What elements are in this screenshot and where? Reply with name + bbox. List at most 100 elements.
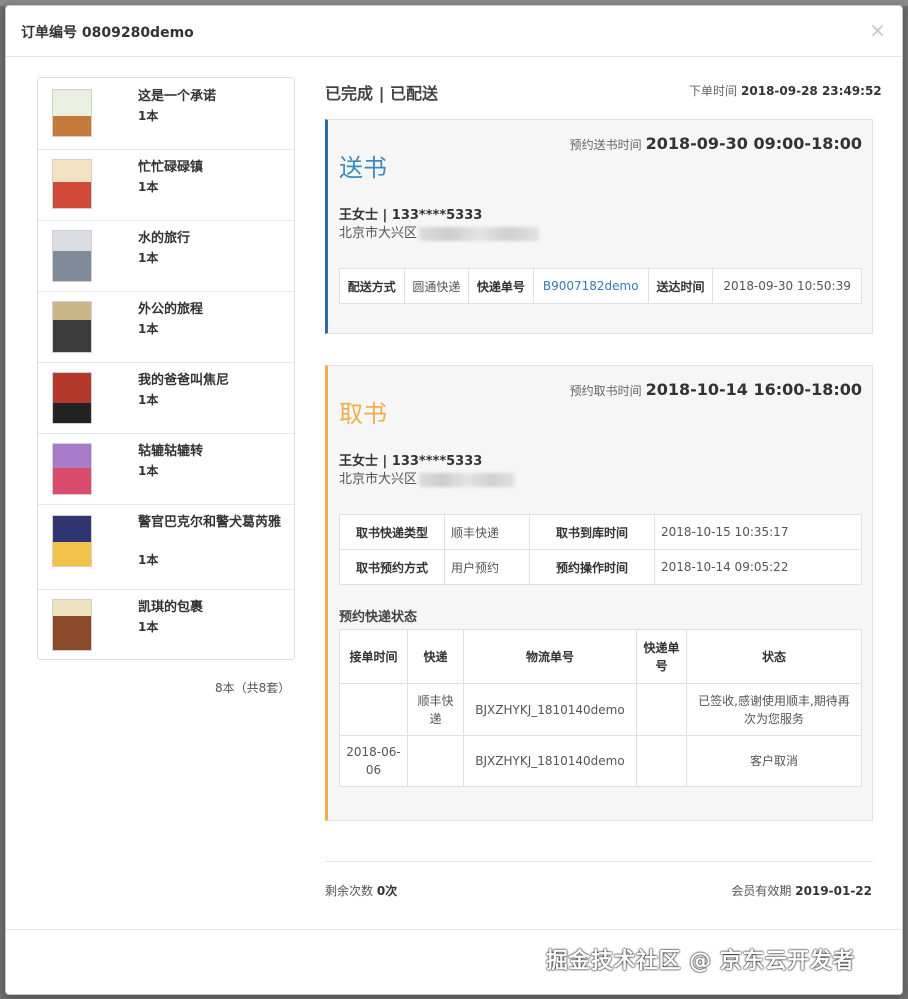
- remaining-label: 剩余次数: [325, 884, 374, 898]
- pickup-schedule-value: 2018-10-14 16:00-18:00: [645, 380, 862, 399]
- book-cover-image: [52, 599, 92, 651]
- book-cover-image: [52, 89, 92, 137]
- book-item[interactable]: 凯琪的包裹 1本: [38, 590, 294, 660]
- book-quantity: 1本: [138, 109, 159, 123]
- courier-cell: 顺丰快递: [407, 683, 464, 736]
- pickup-recipient: 王女士 | 133****5333: [339, 454, 483, 469]
- book-item[interactable]: 警官巴克尔和警犬葛芮雅 1本: [38, 505, 294, 590]
- book-quantity: 1本: [138, 553, 159, 567]
- cover-band: [53, 444, 91, 468]
- pickup-arrive-value: 2018-10-15 10:35:17: [654, 514, 862, 550]
- tracking-number-label: 快递单号: [468, 268, 534, 304]
- cover-band: [53, 116, 91, 136]
- book-title: 这是一个承诺: [138, 89, 217, 104]
- courier-number-cell: [636, 735, 687, 787]
- book-title: 我的爸爸叫焦尼: [138, 373, 230, 388]
- book-cover-image: [52, 301, 92, 353]
- cover-band: [53, 320, 91, 352]
- accept-time-cell: 2018-06-06: [339, 735, 408, 787]
- deliver-address-text: 北京市大兴区: [339, 226, 418, 241]
- cover-band: [53, 468, 91, 494]
- cover-band: [53, 90, 91, 116]
- shipping-table: 配送方式 圆通快递 快递单号 B9007182demo 送达时间 2018-09…: [339, 268, 862, 304]
- courier-cell: [407, 735, 464, 787]
- deliver-schedule-value: 2018-09-30 09:00-18:00: [645, 134, 862, 153]
- column-header: 快递单号: [636, 629, 687, 684]
- book-quantity: 1本: [138, 322, 159, 336]
- book-title: 外公的旅程: [138, 302, 204, 317]
- courier-number-cell: [636, 683, 687, 736]
- accept-time-cell: [339, 683, 408, 736]
- pickup-address-text: 北京市大兴区: [339, 472, 418, 487]
- cover-band: [53, 182, 91, 208]
- modal-footer: [6, 929, 902, 930]
- book-title: 凯琪的包裹: [138, 600, 204, 615]
- book-quantity: 1本: [138, 393, 159, 407]
- book-quantity: 1本: [138, 620, 159, 634]
- shipping-method-value: 圆通快递: [403, 268, 470, 304]
- book-title: 轱辘轱辘转: [138, 444, 204, 459]
- expiry-label: 会员有效期: [731, 884, 792, 898]
- book-item[interactable]: 我的爸爸叫焦尼 1本: [38, 363, 294, 434]
- column-header: 快递: [407, 629, 464, 684]
- order-time-label: 下单时间: [689, 84, 738, 98]
- table-row: 顺丰快递 BJXZHYKJ_1810140demo 已签收,感谢使用顺丰,期待再…: [339, 683, 862, 736]
- pickup-arrive-label: 取书到库时间: [529, 514, 655, 550]
- cover-band: [53, 373, 91, 403]
- deliver-panel: 预约送书时间 2018-09-30 09:00-18:00 送书 王女士 | 13…: [325, 119, 873, 334]
- cover-band: [53, 403, 91, 423]
- pickup-way-label: 取书预约方式: [339, 549, 445, 585]
- book-item[interactable]: 这是一个承诺 1本: [38, 78, 294, 150]
- deliver-schedule-label: 预约送书时间: [569, 138, 642, 152]
- pickup-title: 取书: [339, 400, 387, 428]
- pickup-schedule: 预约取书时间 2018-10-14 16:00-18:00: [570, 380, 862, 399]
- book-list: 这是一个承诺 1本 忙忙碌碌镇 1本 水的旅行 1本 外公的旅程 1本 我的爸爸…: [37, 77, 295, 660]
- column-header: 接单时间: [339, 629, 408, 684]
- cover-band: [53, 302, 91, 320]
- book-item[interactable]: 忙忙碌碌镇 1本: [38, 150, 294, 221]
- tracking-number-link[interactable]: B9007182demo: [532, 268, 649, 304]
- book-cover-image: [52, 515, 92, 567]
- courier-status-heading: 预约快递状态: [339, 610, 418, 625]
- cover-band: [53, 160, 91, 182]
- column-header: 状态: [686, 629, 862, 684]
- table-row: 2018-06-06 BJXZHYKJ_1810140demo 客户取消: [339, 735, 862, 787]
- cover-band: [53, 231, 91, 251]
- arrival-time-label: 送达时间: [647, 268, 714, 304]
- logistics-number-cell: BJXZHYKJ_1810140demo: [463, 683, 637, 736]
- cover-band: [53, 251, 91, 281]
- column-header: 物流单号: [463, 629, 637, 684]
- book-cover-image: [52, 230, 92, 282]
- book-total: 8本（共8套）: [215, 681, 291, 695]
- book-item[interactable]: 水的旅行 1本: [38, 221, 294, 292]
- expiry-value: 2019-01-22: [795, 884, 872, 898]
- pickup-op-value: 2018-10-14 09:05:22: [654, 549, 862, 585]
- book-quantity: 1本: [138, 251, 159, 265]
- pickup-address: 北京市大兴区: [339, 468, 516, 487]
- divider: [325, 861, 873, 862]
- logistics-number-cell: BJXZHYKJ_1810140demo: [463, 735, 637, 787]
- redacted-address: [419, 472, 516, 487]
- pickup-panel: 预约取书时间 2018-10-14 16:00-18:00 取书 王女士 | 13…: [325, 365, 873, 821]
- book-cover-image: [52, 372, 92, 424]
- close-icon[interactable]: ×: [869, 18, 886, 42]
- pickup-way-value: 用户预约: [444, 549, 530, 585]
- deliver-address: 北京市大兴区: [339, 222, 540, 241]
- book-title: 水的旅行: [138, 231, 191, 246]
- arrival-time-value: 2018-09-30 10:50:39: [712, 268, 862, 304]
- book-item[interactable]: 外公的旅程 1本: [38, 292, 294, 363]
- cover-band: [53, 616, 91, 650]
- order-time: 下单时间 2018-09-28 23:49:52: [689, 82, 882, 99]
- cover-band: [53, 542, 91, 566]
- book-item[interactable]: 轱辘轱辘转 1本: [38, 434, 294, 505]
- book-cover-image: [52, 159, 92, 209]
- book-cover-image: [52, 443, 92, 495]
- book-quantity: 1本: [138, 464, 159, 478]
- book-quantity: 1本: [138, 180, 159, 194]
- cover-band: [53, 516, 91, 542]
- modal-header: 订单编号 0809280demo ×: [6, 6, 902, 57]
- deliver-schedule: 预约送书时间 2018-09-30 09:00-18:00: [570, 134, 862, 153]
- order-time-value: 2018-09-28 23:49:52: [741, 84, 882, 98]
- deliver-recipient: 王女士 | 133****5333: [339, 208, 483, 223]
- pickup-op-label: 预约操作时间: [529, 549, 655, 585]
